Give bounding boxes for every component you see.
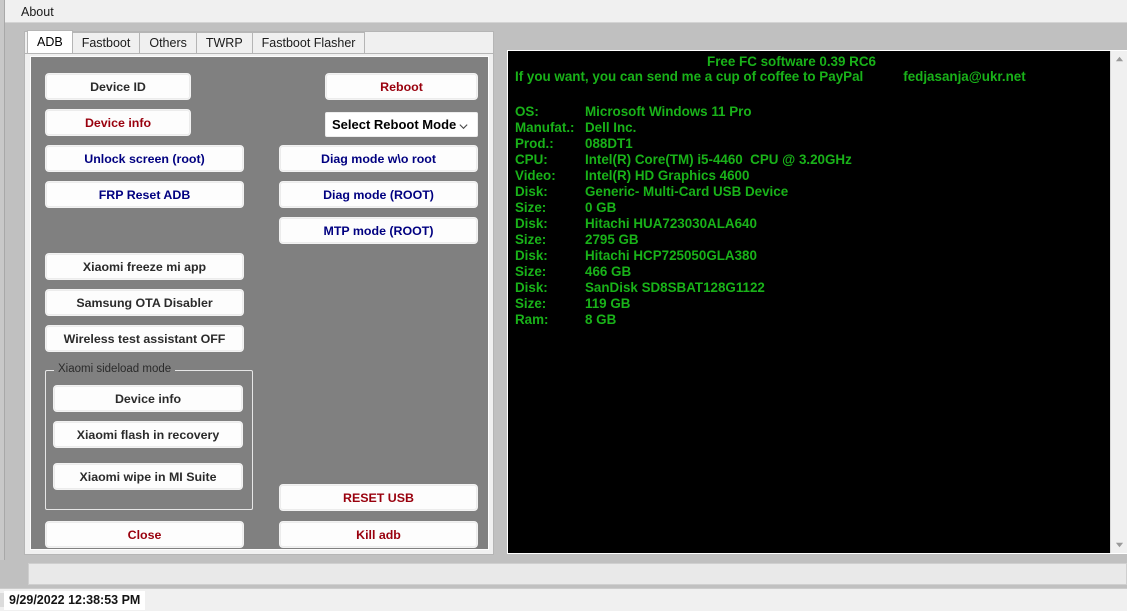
console-info-key: Disk: — [515, 184, 585, 200]
console-info-value: 0 GB — [585, 200, 616, 215]
xiaomi-wipe-in-mi-suite-button[interactable]: Xiaomi wipe in MI Suite — [53, 463, 243, 490]
console-info-key: Video: — [515, 168, 585, 184]
samsung-ota-disabler-button[interactable]: Samsung OTA Disabler — [45, 289, 244, 316]
console-info-value: Hitachi HUA723030ALA640 — [585, 216, 757, 231]
progress-bar — [28, 563, 1127, 585]
console-info-row: Size:2795 GB — [508, 232, 1111, 248]
console-info-value: 119 GB — [585, 296, 630, 311]
console-info-value: Intel(R) Core(TM) i5-4460 CPU @ 3.20GHz — [585, 152, 852, 167]
console-info-key: Disk: — [515, 216, 585, 232]
console-donate-line: If you want, you can send me a cup of co… — [508, 69, 1111, 85]
reboot-mode-select[interactable]: Select Reboot Mode — [325, 112, 478, 137]
console-title: Free FC software 0.39 RC6 — [508, 54, 1111, 69]
console-info-row: Manufat.:Dell Inc. — [508, 120, 1111, 136]
tab-fastboot-flasher[interactable]: Fastboot Flasher — [252, 32, 366, 53]
window-left-edge — [0, 0, 5, 586]
menu-bar: About — [0, 0, 1127, 23]
sideload-device-info-button[interactable]: Device info — [53, 385, 243, 412]
tab-twrp[interactable]: TWRP — [196, 32, 253, 53]
console-info-key: CPU: — [515, 152, 585, 168]
diag-mode-root-button[interactable]: Diag mode (ROOT) — [279, 181, 478, 208]
console-info-row: Size:466 GB — [508, 264, 1111, 280]
tab-fastboot[interactable]: Fastboot — [72, 32, 141, 53]
console-info-key: Manufat.: — [515, 120, 585, 136]
menu-item-about[interactable]: About — [13, 3, 62, 21]
console-info-key: OS: — [515, 104, 585, 120]
console-info-key: Prod.: — [515, 136, 585, 152]
tab-strip: ADB Fastboot Others TWRP Fastboot Flashe… — [25, 32, 493, 54]
console-info-key: Disk: — [515, 248, 585, 264]
console-info-row: Ram:8 GB — [508, 312, 1111, 328]
close-button[interactable]: Close — [45, 521, 244, 548]
console-info-key: Ram: — [515, 312, 585, 328]
console-info-value: 8 GB — [585, 312, 616, 327]
console-info-value: 088DT1 — [585, 136, 633, 151]
progress-strip-area — [0, 560, 1127, 586]
console-blank-line — [508, 85, 1111, 104]
console-info-key: Size: — [515, 264, 585, 280]
console-info-rows: OS:Microsoft Windows 11 ProManufat.:Dell… — [508, 104, 1111, 328]
mtp-mode-root-button[interactable]: MTP mode (ROOT) — [279, 217, 478, 244]
chevron-down-icon — [458, 119, 469, 130]
console-info-value: SanDisk SD8SBAT128G1122 — [585, 280, 765, 295]
unlock-screen-root-button[interactable]: Unlock screen (root) — [45, 145, 244, 172]
console-info-row: CPU:Intel(R) Core(TM) i5-4460 CPU @ 3.20… — [508, 152, 1111, 168]
tab-control: ADB Fastboot Others TWRP Fastboot Flashe… — [24, 31, 494, 555]
app-window: About ADB Fastboot Others TWRP Fastboot … — [0, 0, 1127, 611]
console-info-value: 2795 GB — [585, 232, 639, 247]
console-info-value: Dell Inc. — [585, 120, 636, 135]
console-info-row: Size:119 GB — [508, 296, 1111, 312]
system-info-console[interactable]: Free FC software 0.39 RC6 If you want, y… — [507, 50, 1127, 554]
console-info-key: Size: — [515, 200, 585, 216]
xiaomi-sideload-mode-group: Xiaomi sideload mode Device info Xiaomi … — [45, 370, 253, 510]
console-text-area: Free FC software 0.39 RC6 If you want, y… — [508, 51, 1111, 553]
triangle-down-icon[interactable] — [1111, 536, 1127, 553]
console-info-row: Size:0 GB — [508, 200, 1111, 216]
xiaomi-flash-in-recovery-button[interactable]: Xiaomi flash in recovery — [53, 421, 243, 448]
console-info-value: Hitachi HCP725050GLA380 — [585, 248, 757, 263]
console-scrollbar[interactable] — [1110, 51, 1127, 553]
wireless-test-assistant-off-button[interactable]: Wireless test assistant OFF — [45, 325, 244, 352]
console-info-row: Video:Intel(R) HD Graphics 4600 — [508, 168, 1111, 184]
console-info-row: Disk:Generic- Multi-Card USB Device — [508, 184, 1111, 200]
console-donate-email: fedjasanja@ukr.net — [903, 69, 1025, 84]
console-info-value: 466 GB — [585, 264, 631, 279]
console-info-key: Size: — [515, 232, 585, 248]
console-info-key: Disk: — [515, 280, 585, 296]
status-bar: 9/29/2022 12:38:53 PM — [0, 588, 1127, 611]
tab-others[interactable]: Others — [139, 32, 197, 53]
frp-reset-adb-button[interactable]: FRP Reset ADB — [45, 181, 244, 208]
triangle-up-icon[interactable] — [1111, 51, 1127, 68]
console-info-row: OS:Microsoft Windows 11 Pro — [508, 104, 1111, 120]
tab-page-adb: Device ID Device info Unlock screen (roo… — [30, 56, 489, 550]
reboot-mode-select-value: Select Reboot Mode — [332, 117, 456, 132]
kill-adb-button[interactable]: Kill adb — [279, 521, 478, 548]
tab-adb[interactable]: ADB — [27, 30, 73, 53]
console-info-row: Disk:Hitachi HUA723030ALA640 — [508, 216, 1111, 232]
console-info-row: Disk:SanDisk SD8SBAT128G1122 — [508, 280, 1111, 296]
diag-mode-without-root-button[interactable]: Diag mode w\o root — [279, 145, 478, 172]
console-info-value: Intel(R) HD Graphics 4600 — [585, 168, 749, 183]
console-info-key: Size: — [515, 296, 585, 312]
console-donate-text: If you want, you can send me a cup of co… — [515, 69, 863, 84]
xiaomi-freeze-mi-app-button[interactable]: Xiaomi freeze mi app — [45, 253, 244, 280]
xiaomi-sideload-mode-group-title: Xiaomi sideload mode — [54, 363, 175, 375]
reset-usb-button[interactable]: RESET USB — [279, 484, 478, 511]
status-timestamp: 9/29/2022 12:38:53 PM — [4, 591, 145, 610]
console-info-value: Microsoft Windows 11 Pro — [585, 104, 752, 119]
console-info-row: Prod.:088DT1 — [508, 136, 1111, 152]
device-id-button[interactable]: Device ID — [45, 73, 191, 100]
console-info-value: Generic- Multi-Card USB Device — [585, 184, 788, 199]
device-info-button[interactable]: Device info — [45, 109, 191, 136]
console-info-row: Disk:Hitachi HCP725050GLA380 — [508, 248, 1111, 264]
reboot-button[interactable]: Reboot — [325, 73, 478, 100]
